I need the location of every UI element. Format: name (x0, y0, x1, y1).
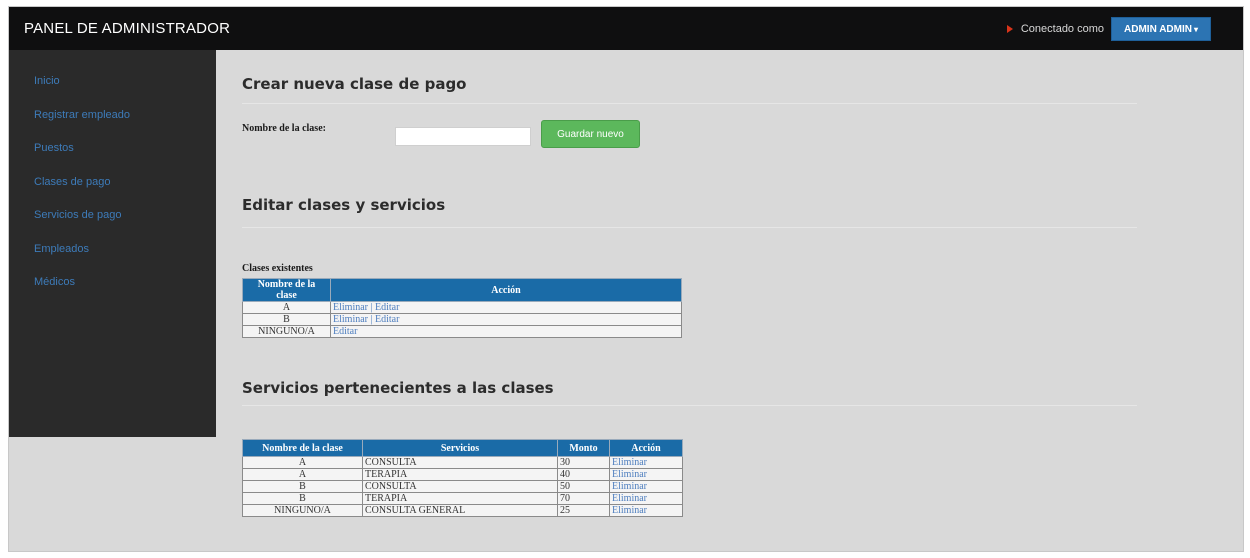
class-name-cell: B (242, 313, 331, 326)
amount-cell: 30 (557, 456, 610, 469)
table-header-row: Nombre de la clase Servicios Monto Acció… (242, 439, 683, 457)
divider (242, 405, 1137, 406)
connected-as-label: Conectado como (1020, 23, 1105, 35)
table-row: A Eliminar | Editar (242, 301, 682, 314)
separator: | (370, 302, 373, 313)
divider (242, 103, 1137, 104)
services-section-title: Servicios pertenecientes a las clases (242, 379, 554, 397)
action-cell: Editar (330, 325, 682, 338)
delete-link[interactable]: Eliminar (612, 505, 647, 516)
table-row: NINGUNO/A Editar (242, 325, 682, 338)
service-cell: CONSULTA (362, 456, 558, 469)
table-row: A TERAPIA 40 Eliminar (242, 468, 683, 481)
action-cell: Eliminar | Editar (330, 301, 682, 314)
existing-classes-label: Clases existentes (242, 263, 313, 274)
existing-classes-table: Nombre de la clase Acción A Eliminar | E… (242, 278, 682, 338)
separator: | (370, 314, 373, 325)
class-name-cell: NINGUNO/A (242, 325, 331, 338)
arrow-right-icon (1006, 25, 1013, 33)
amount-cell: 40 (557, 468, 610, 481)
sidebar-item-puestos[interactable]: Puestos (9, 141, 216, 175)
divider (242, 227, 1137, 228)
sidebar-item-medicos[interactable]: Médicos (9, 275, 216, 309)
table-row: B CONSULTA 50 Eliminar (242, 480, 683, 493)
user-area: Conectado como ADMIN ADMIN ▾ (1006, 17, 1211, 41)
services-table: Nombre de la clase Servicios Monto Acció… (242, 439, 683, 517)
amount-cell: 25 (557, 504, 610, 517)
delete-link[interactable]: Eliminar (612, 469, 647, 480)
sidebar-item-servicios-de-pago[interactable]: Servicios de pago (9, 208, 216, 242)
table-row: B TERAPIA 70 Eliminar (242, 492, 683, 505)
table-header-row: Nombre de la clase Acción (242, 278, 682, 302)
save-new-button[interactable]: Guardar nuevo (541, 120, 640, 148)
table-row: B Eliminar | Editar (242, 313, 682, 326)
top-navbar: PANEL DE ADMINISTRADOR Conectado como AD… (9, 7, 1243, 50)
service-cell: CONSULTA (362, 480, 558, 493)
delete-link[interactable]: Eliminar (333, 302, 368, 313)
edit-link[interactable]: Editar (375, 314, 399, 325)
user-menu-button[interactable]: ADMIN ADMIN ▾ (1111, 17, 1211, 41)
sidebar: Inicio Registrar empleado Puestos Clases… (9, 50, 216, 437)
class-cell: A (242, 468, 363, 481)
edit-link[interactable]: Editar (333, 326, 357, 337)
table-row: NINGUNO/A CONSULTA GENERAL 25 Eliminar (242, 504, 683, 517)
action-cell: Eliminar | Editar (330, 313, 682, 326)
service-cell: CONSULTA GENERAL (362, 504, 558, 517)
sidebar-item-registrar-empleado[interactable]: Registrar empleado (9, 108, 216, 142)
class-name-input[interactable] (395, 127, 531, 146)
delete-link[interactable]: Eliminar (333, 314, 368, 325)
column-header: Acción (330, 278, 682, 302)
column-header: Nombre de la clase (242, 278, 331, 302)
class-name-label: Nombre de la clase: (242, 123, 326, 134)
user-menu-label: ADMIN ADMIN (1124, 23, 1192, 35)
brand-title[interactable]: PANEL DE ADMINISTRADOR (24, 20, 230, 37)
table-row: A CONSULTA 30 Eliminar (242, 456, 683, 469)
service-cell: TERAPIA (362, 468, 558, 481)
sidebar-item-clases-de-pago[interactable]: Clases de pago (9, 175, 216, 209)
caret-down-icon: ▾ (1193, 24, 1198, 34)
class-cell: B (242, 492, 363, 505)
sidebar-menu: Inicio Registrar empleado Puestos Clases… (9, 50, 216, 309)
delete-link[interactable]: Eliminar (612, 481, 647, 492)
class-cell: B (242, 480, 363, 493)
class-name-cell: A (242, 301, 331, 314)
amount-cell: 50 (557, 480, 610, 493)
app-frame: PANEL DE ADMINISTRADOR Conectado como AD… (8, 6, 1244, 552)
column-header: Monto (557, 439, 610, 457)
service-cell: TERAPIA (362, 492, 558, 505)
edit-section-title: Editar clases y servicios (242, 196, 446, 214)
create-section-title: Crear nueva clase de pago (242, 75, 467, 93)
amount-cell: 70 (557, 492, 610, 505)
delete-link[interactable]: Eliminar (612, 493, 647, 504)
column-header: Acción (609, 439, 683, 457)
column-header: Nombre de la clase (242, 439, 363, 457)
class-cell: NINGUNO/A (242, 504, 363, 517)
delete-link[interactable]: Eliminar (612, 457, 647, 468)
edit-link[interactable]: Editar (375, 302, 399, 313)
sidebar-item-inicio[interactable]: Inicio (9, 74, 216, 108)
column-header: Servicios (362, 439, 558, 457)
sidebar-item-empleados[interactable]: Empleados (9, 242, 216, 276)
class-cell: A (242, 456, 363, 469)
